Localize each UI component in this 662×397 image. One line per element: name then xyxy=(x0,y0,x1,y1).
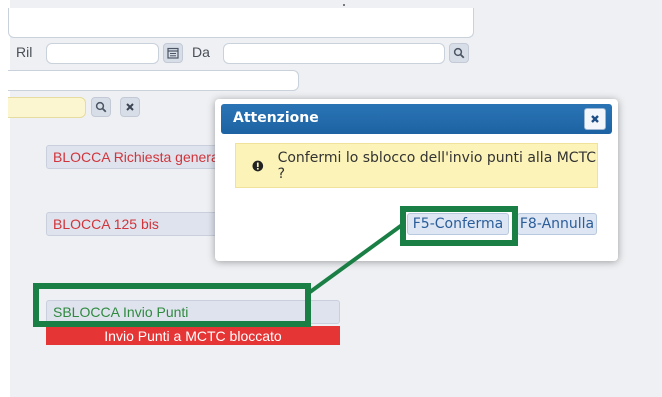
blocca-richiesta-label: BLOCCA Richiesta genera xyxy=(53,149,218,165)
dialog-close-button[interactable] xyxy=(584,108,606,130)
lookup-input[interactable] xyxy=(8,97,86,118)
status-bar: Invio Punti a MCTC bloccato xyxy=(46,326,340,345)
da-input[interactable] xyxy=(223,43,445,64)
status-text: Invio Punti a MCTC bloccato xyxy=(104,327,282,344)
page-dot xyxy=(343,4,345,6)
close-icon xyxy=(126,103,134,111)
second-field[interactable] xyxy=(8,70,299,91)
dialog-title: Attenzione xyxy=(233,110,319,126)
annotation-box-sblocca xyxy=(33,283,311,327)
dialog-header: Attenzione xyxy=(221,104,612,134)
lookup-search-button[interactable] xyxy=(91,97,111,117)
top-field[interactable] xyxy=(8,8,474,38)
warning-icon xyxy=(252,160,264,171)
dialog-message-box: Confermi lo sblocco dell'invio punti all… xyxy=(235,143,598,188)
calendar-icon xyxy=(167,47,179,59)
da-search-button[interactable] xyxy=(449,43,469,63)
search-icon xyxy=(95,101,107,113)
blocca-125bis-button[interactable]: BLOCCA 125 bis xyxy=(46,212,218,236)
close-icon xyxy=(591,115,599,123)
blocca-richiesta-button[interactable]: BLOCCA Richiesta genera xyxy=(46,145,218,169)
cancel-button[interactable]: F8-Annulla xyxy=(517,213,597,235)
search-icon xyxy=(453,47,465,59)
cancel-button-label: F8-Annulla xyxy=(519,216,595,232)
lookup-clear-button[interactable] xyxy=(120,97,140,117)
dialog-message: Confermi lo sblocco dell'invio punti all… xyxy=(277,149,597,182)
ril-label: Ril xyxy=(16,44,33,60)
calendar-button[interactable] xyxy=(163,43,183,63)
ril-input[interactable] xyxy=(46,43,159,64)
annotation-box-conferma xyxy=(400,206,518,246)
da-label: Da xyxy=(192,44,210,60)
blocca-125bis-label: BLOCCA 125 bis xyxy=(53,216,159,232)
